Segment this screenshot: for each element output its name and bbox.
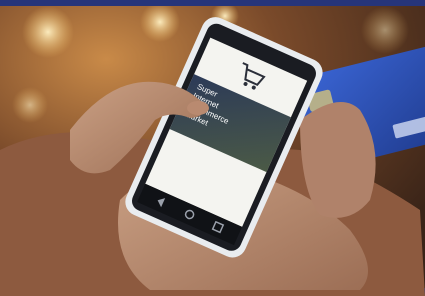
phone-shopping-photo: Super Internet Ecommerce Market <box>0 0 425 296</box>
bokeh-light <box>361 6 409 54</box>
bokeh-light <box>22 6 74 58</box>
bokeh-light <box>140 2 180 42</box>
frame-top-strip <box>0 0 425 6</box>
bokeh-light <box>12 87 48 123</box>
fingertip <box>187 101 209 115</box>
photo-frame: Super Internet Ecommerce Market <box>0 0 425 296</box>
